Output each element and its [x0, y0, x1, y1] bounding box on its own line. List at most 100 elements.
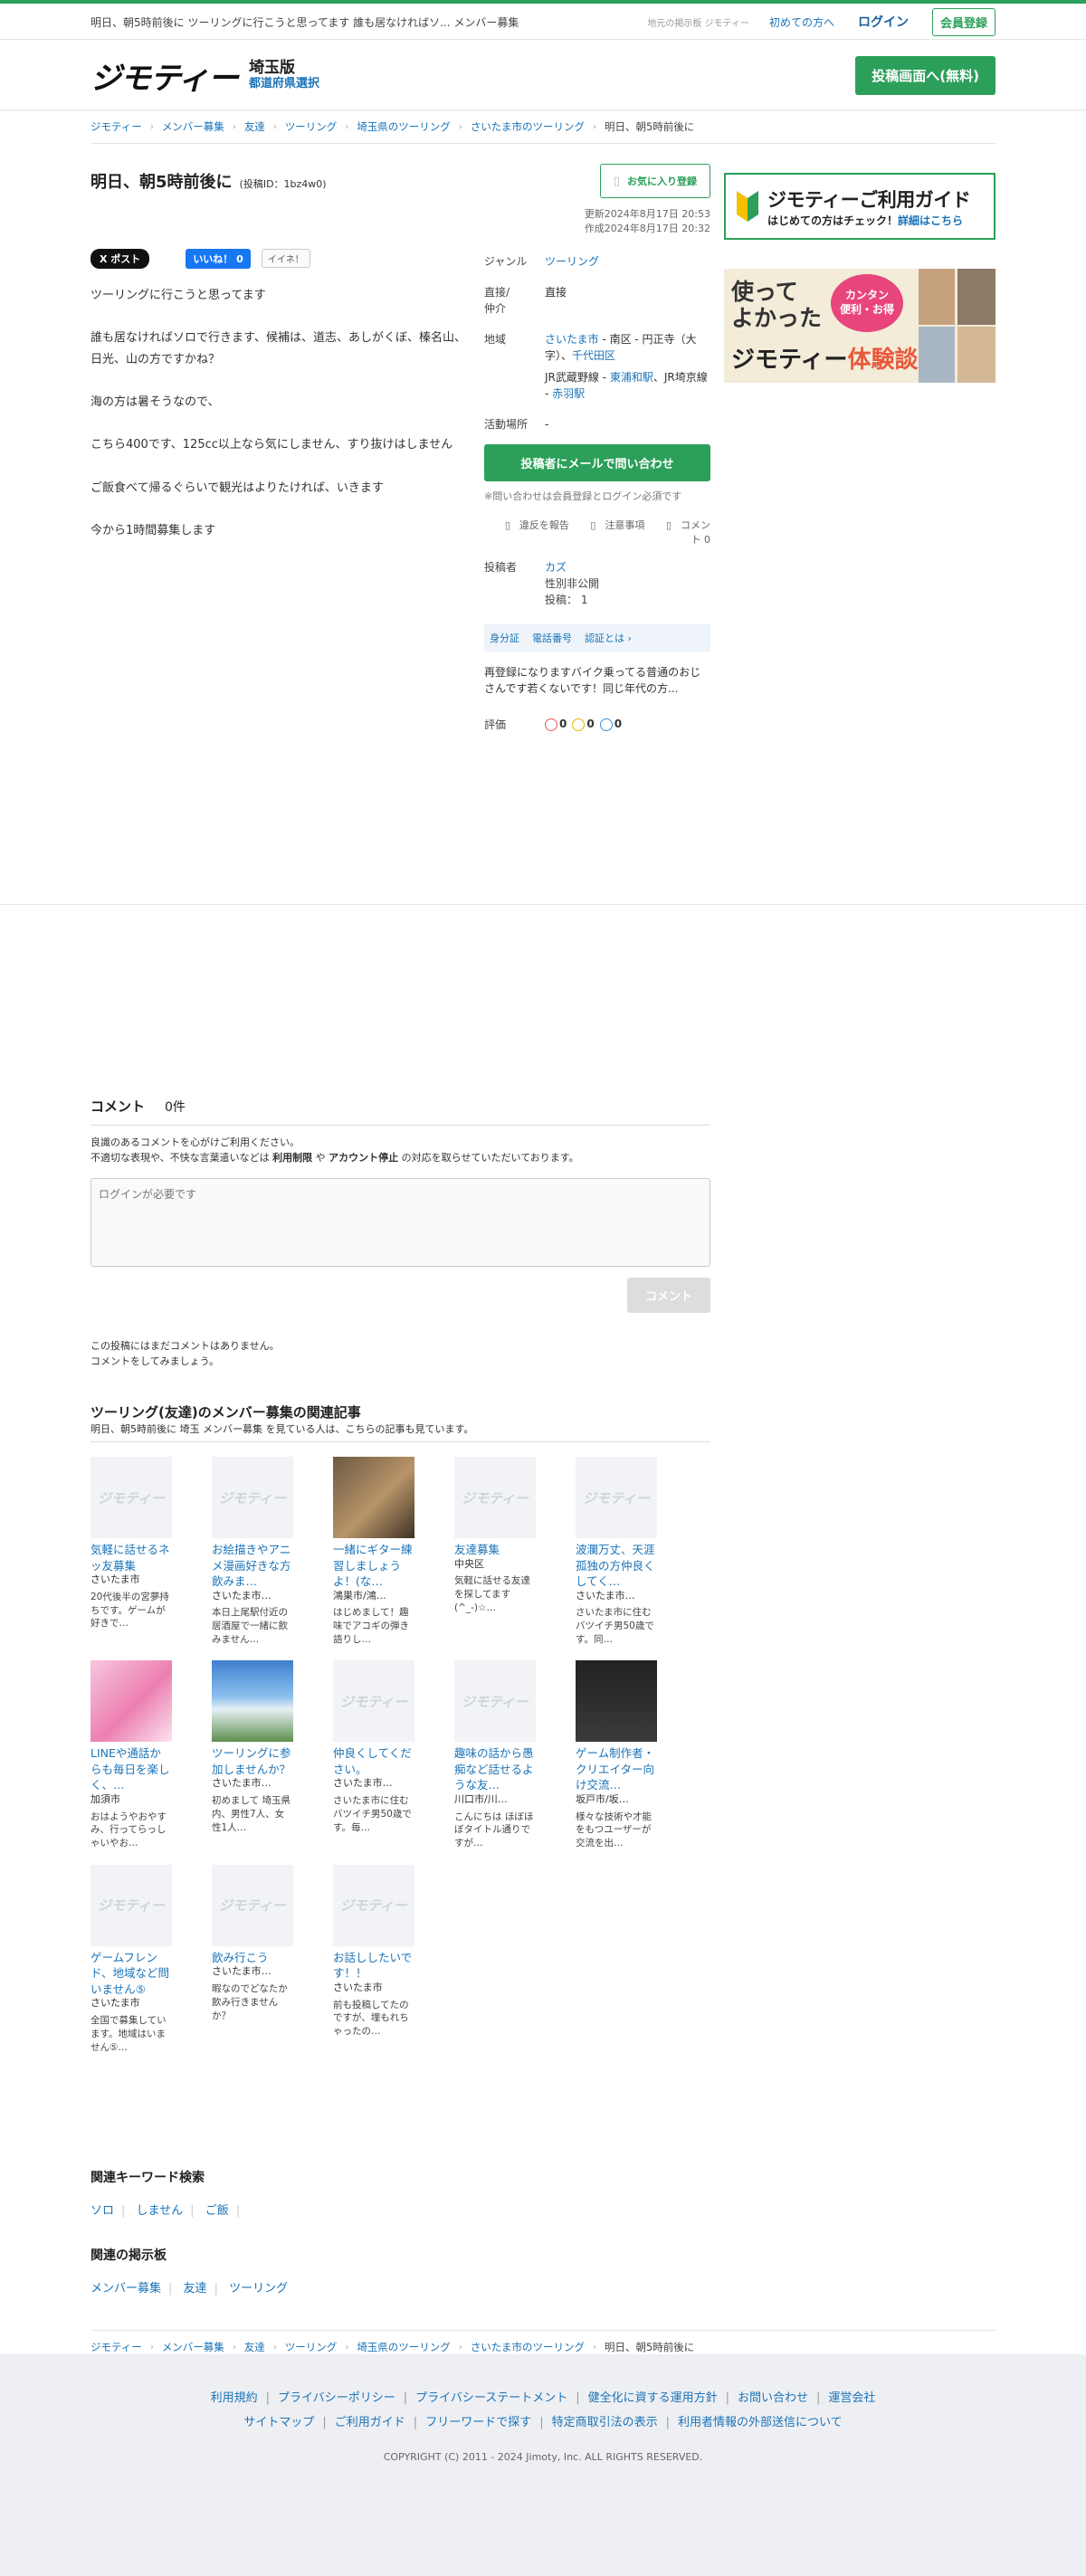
related-card[interactable]: 一緒にギター練習しましょうよ！(な… 鴻巣市/鴻… はじめまして！趣味でアコギの弾き… [333, 1457, 414, 1646]
breadcrumb-item[interactable]: さいたま市のツーリング [471, 119, 585, 134]
login-link[interactable]: ログイン [858, 13, 909, 31]
chevron-right-icon: › [149, 2342, 154, 2353]
first-time-link[interactable]: 初めての方へ [769, 14, 834, 30]
related-thumbnail[interactable] [576, 1660, 657, 1743]
related-thumbnail[interactable]: ジモティー [212, 1864, 293, 1946]
comment-submit-button[interactable]: コメント [626, 1278, 710, 1314]
footer-link[interactable]: サイトマップ [243, 2416, 314, 2429]
poster-post-count: 投稿： 1 [545, 593, 588, 606]
verification-info-link[interactable]: 認証とは › [585, 631, 632, 645]
related-card-title[interactable]: 波瀾万丈、天涯孤独の方仲良くしてく… [576, 1542, 657, 1590]
footer-link[interactable]: 運営会社 [828, 2391, 875, 2405]
related-card[interactable]: ジモティー 飲み行こう󠄀 さいたま市… 暇なのでどなたか飲み行きませんか？ [212, 1864, 293, 2054]
footer-link[interactable]: ご利用ガイド [335, 2416, 405, 2429]
related-card[interactable]: ジモティー 波瀾万丈、天涯孤独の方仲良くしてく… さいたま市… さいたま市に住むバツイ… [576, 1457, 657, 1646]
post-button[interactable]: 投稿画面へ(無料) [855, 55, 996, 95]
related-card-title[interactable]: ゲームフレンド、地域など問いません⑤ [90, 1950, 172, 1998]
region-select-link[interactable]: 都道府県選択 [249, 77, 319, 91]
related-card-title[interactable]: LINEや通話からも毎日を楽しく、… [90, 1745, 172, 1793]
related-card-title[interactable]: お話ししたいです！！ [333, 1950, 414, 1982]
related-thumbnail[interactable] [90, 1660, 172, 1743]
related-card[interactable]: ジモティー 仲良くしてください。 さいたま市… さいたま市に住むバツイチ男50歳です。… [333, 1660, 414, 1849]
related-card-title[interactable]: 趣味の話から愚痴など話せるような友… [454, 1745, 536, 1793]
related-thumbnail[interactable]: ジモティー [576, 1457, 657, 1538]
register-button[interactable]: 会員登録 [931, 7, 996, 36]
breadcrumb-item[interactable]: ツーリング [285, 119, 338, 134]
breadcrumb-item[interactable]: 埼玉県のツーリング [357, 119, 451, 134]
area-chiyoda-link[interactable]: 千代田区 [572, 349, 615, 362]
keyword-link[interactable]: ご飯 [205, 2204, 229, 2218]
footer-link[interactable]: プライバシーステートメント [415, 2391, 567, 2405]
footer-link[interactable]: 利用者情報の外部送信について [678, 2416, 843, 2429]
favorite-button[interactable]: ▯ お気に入り登録 [599, 164, 710, 198]
usage-guide-banner[interactable]: ジモティーご利用ガイド はじめての方はチェック！詳細はこちら [724, 173, 996, 240]
poster-name-link[interactable]: カズ [545, 561, 567, 574]
related-card-title[interactable]: 友達󠄀募集 [454, 1542, 536, 1558]
breadcrumb-item[interactable]: メンバー募集 [162, 119, 224, 134]
related-card[interactable]: ゲーム制作者・クリエイター向け交流… 坂戸市/坂… 様々な技術や才能をもつユーザーが… [576, 1660, 657, 1849]
keyword-link[interactable]: ソロ [90, 2204, 114, 2218]
station-link[interactable]: 赤羽駅 [552, 387, 585, 400]
board-link[interactable]: メンバー募集 [90, 2282, 161, 2296]
related-card[interactable]: ジモティー 趣味の話から愚痴など話せるような友… 川口市/川… こんにちは ほぼほぼタ… [454, 1660, 536, 1849]
related-thumbnail[interactable]: ジモティー [90, 1864, 172, 1946]
related-card-title[interactable]: ゲーム制作者・クリエイター向け交流… [576, 1745, 657, 1793]
site-logo[interactable]: ジモティー 埼玉版 都道府県選択 [90, 53, 855, 98]
station-link[interactable]: 東浦和駅 [610, 371, 653, 384]
comment-count-link[interactable]: ▯ コメント 0 [657, 519, 710, 546]
related-thumbnail[interactable]: ジモティー [333, 1660, 414, 1743]
breadcrumb-item[interactable]: 友達 [244, 119, 265, 134]
related-card-title[interactable]: 仲良くしてください。 [333, 1745, 414, 1777]
related-card-title[interactable]: 気軽に話せるネッ友募集 [90, 1542, 172, 1573]
comment-rules: 良識のあるコメントを心がけご利用ください。 不適切な表現や、不快な言葉遣いなどは… [90, 1136, 579, 1164]
facebook-like-button[interactable]: いいね！ 0 [186, 248, 251, 269]
related-thumbnail[interactable] [212, 1660, 293, 1743]
related-card[interactable]: ジモティー 友達󠄀募集 中央区 気軽に話せる友達を探してます(^_-)☆… [454, 1457, 536, 1646]
related-thumbnail[interactable]: ジモティー [454, 1457, 536, 1538]
iine-button[interactable]: イイネ！ [261, 249, 310, 269]
related-card-title[interactable]: ツーリングに参加しませんか？ [212, 1745, 293, 1777]
caution-link[interactable]: ▯ 注意事項 [581, 519, 644, 531]
breadcrumb-item[interactable]: 友達 [244, 2340, 265, 2354]
footer-link[interactable]: 健全化に資する運用方針 [588, 2391, 718, 2405]
related-card[interactable]: ツーリングに参加しませんか？ さいたま市… 初めまして 埼玉県内、男性7人、女性1人… [212, 1660, 293, 1849]
breadcrumb-item[interactable]: さいたま市のツーリング [471, 2340, 585, 2354]
footer-link[interactable]: プライバシーポリシー [278, 2391, 395, 2405]
related-thumbnail[interactable]: ジモティー [454, 1660, 536, 1743]
experience-banner[interactable]: 使って よかった カンタン 便利・お得 ジモティー体験談 [724, 269, 996, 383]
related-card[interactable]: ジモティー 気軽に話せるネッ友募集 さいたま市 20代後半の宮夢持ちです。ゲームが好き… [90, 1457, 172, 1646]
breadcrumb-item[interactable]: メンバー募集 [162, 2340, 224, 2354]
breadcrumb-item[interactable]: ジモティー [90, 119, 142, 134]
chevron-right-icon: › [345, 121, 349, 132]
related-thumbnail[interactable]: ジモティー [333, 1864, 414, 1946]
footer-link[interactable]: フリーワードで探す [425, 2416, 531, 2429]
footer-link[interactable]: お問い合わせ [738, 2391, 808, 2405]
related-card[interactable]: ジモティー お話ししたいです！！ さいたま市 前も投稿してたのですが、埋もれちゃったの… [333, 1864, 414, 2054]
related-card-title[interactable]: 一緒にギター練習しましょうよ！(な… [333, 1542, 414, 1590]
guide-detail-link[interactable]: 詳細はこちら [898, 214, 963, 227]
related-card[interactable]: ジモティー ゲームフレンド、地域など問いません⑤ さいたま市 全国で募集しています。地… [90, 1864, 172, 2054]
related-thumbnail[interactable]: ジモティー [212, 1457, 293, 1538]
area-city-link[interactable]: さいたま市 [545, 333, 599, 346]
x-post-button[interactable]: X ポスト [90, 248, 150, 269]
comment-input[interactable] [90, 1178, 710, 1268]
related-card[interactable]: ジモティー お絵描きやアニメ漫画好きな方飲みま… さいたま市… 本日上尾駅付近の居酒屋… [212, 1457, 293, 1646]
contact-button[interactable]: 投稿者にメールで問い合わせ [484, 443, 710, 481]
related-card[interactable]: LINEや通話からも毎日を楽しく、… 加須市 おはようやおやすみ、行ってらっしゃいや… [90, 1660, 172, 1849]
exp-bubble: カンタン 便利・お得 [831, 274, 903, 332]
board-link[interactable]: ツーリング [229, 2282, 288, 2296]
related-card-title[interactable]: 飲み行こう󠄀 [212, 1950, 293, 1966]
related-thumbnail[interactable]: ジモティー [90, 1457, 172, 1538]
breadcrumb-item[interactable]: 埼玉県のツーリング [357, 2340, 451, 2354]
footer-link[interactable]: 利用規約 [211, 2391, 258, 2405]
sidebar: ジモティーご利用ガイド はじめての方はチェック！詳細はこちら 使って よかった カ… [724, 164, 996, 732]
report-link[interactable]: ▯ 違反を報告 [496, 519, 569, 531]
breadcrumb-item[interactable]: ジモティー [90, 2340, 142, 2354]
keyword-link[interactable]: しません [137, 2204, 184, 2218]
board-link[interactable]: 友達 [184, 2282, 207, 2296]
genre-link[interactable]: ツーリング [545, 255, 599, 268]
related-thumbnail[interactable] [333, 1457, 414, 1538]
breadcrumb-item[interactable]: ツーリング [285, 2340, 338, 2354]
footer-link[interactable]: 特定商取引法の表示 [552, 2416, 658, 2429]
related-card-title[interactable]: お絵描きやアニメ漫画好きな方飲みま… [212, 1542, 293, 1590]
